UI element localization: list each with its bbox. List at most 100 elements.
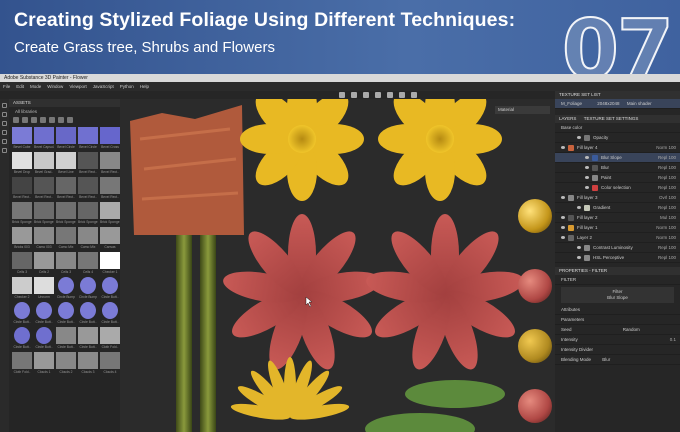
light-icon[interactable] [363,92,369,98]
material-icon[interactable] [40,117,46,123]
asset-item[interactable]: Brick Sponge 5 [100,202,120,225]
asset-item[interactable]: Cells 2 [34,252,54,275]
eye-icon[interactable] [561,196,565,200]
asset-item[interactable]: Brick Sponge 2 [34,202,54,225]
filter-picker[interactable]: Filter Blur Slope [561,287,674,303]
viewport-2d[interactable] [120,99,555,432]
camera-icon[interactable] [351,92,357,98]
eye-icon[interactable] [577,256,581,260]
tab-layers[interactable]: LAYERS [559,116,576,121]
menu-item[interactable]: Edit [16,84,24,89]
asset-item[interactable]: Circle Butt.. [100,277,120,300]
asset-item[interactable]: Circle Butt.. [56,302,76,325]
asset-item[interactable]: Cells 3 [56,252,76,275]
asset-item[interactable]: Bevel Capsul.. [34,127,54,150]
layer-blend-opacity[interactable]: Norm 100 [656,233,676,243]
asset-item[interactable]: Circle Butt.. [34,302,54,325]
asset-item[interactable]: Bevel Line [56,152,76,175]
picker-tool-icon[interactable] [2,148,7,153]
asset-item[interactable]: Bevel Cube [12,127,32,150]
layer-blend-opacity[interactable]: Repl 100 [658,243,676,253]
asset-item[interactable]: Clouds 4 [100,352,120,375]
text-icon[interactable] [58,117,64,123]
blending-mode-value[interactable]: Blur [602,357,610,362]
attributes-section[interactable]: Attributes [555,305,680,315]
asset-item[interactable]: Brick Sponge 1 [12,202,32,225]
layer-blend-opacity[interactable]: Norm 100 [656,223,676,233]
asset-item[interactable]: Camo Mix [78,227,98,250]
layer-row[interactable]: Opacity [555,133,680,143]
asset-item[interactable]: Clouds 3 [78,352,98,375]
layer-row[interactable]: HSL Perceptive Repl 100 [555,253,680,263]
eye-icon[interactable] [577,136,581,140]
asset-item[interactable]: Brick Sponge 3 [56,202,76,225]
layer-blend-opacity[interactable]: Repl 100 [658,203,676,213]
menu-item[interactable]: File [3,84,10,89]
eye-icon[interactable] [561,216,565,220]
asset-item[interactable]: Bevel Rect.. [100,177,120,200]
asset-item[interactable]: Clouds 2 [56,352,76,375]
eye-icon[interactable] [585,166,589,170]
menu-item[interactable]: Viewport [69,84,86,89]
eye-icon[interactable] [585,156,589,160]
asset-item[interactable]: Bevel Rect.. [78,177,98,200]
render-icon[interactable] [399,92,405,98]
layer-row[interactable]: Gradient Repl 100 [555,203,680,213]
asset-item[interactable]: Canvas [100,227,120,250]
viewport-mode-select[interactable]: Material [495,106,550,114]
asset-item[interactable]: Circle Butt.. [100,302,120,325]
asset-item[interactable]: Bevel Cross [100,127,120,150]
layer-blend-opacity[interactable]: Repl 100 [658,173,676,183]
asset-item[interactable]: Checker 2 [12,277,32,300]
asset-item[interactable]: Bevel Drop [12,152,32,175]
filter-icon[interactable] [22,117,28,123]
asset-item[interactable]: Circle Bump [78,277,98,300]
layer-row[interactable]: Fill layer 3 Ovrl 100 [555,193,680,203]
assets-library-filter[interactable]: All libraries [9,107,120,116]
seed-value[interactable]: Random [623,327,640,332]
tab-texture-set-settings[interactable]: TEXTURE SET SETTINGS [584,116,639,121]
paint-tool-icon[interactable] [2,103,7,108]
asset-item[interactable]: Unnorm [34,277,54,300]
layer-row[interactable]: Fill layer 1 Norm 100 [555,223,680,233]
asset-item[interactable]: Circle Butt.. [12,327,32,350]
asset-item[interactable]: Circle Butt.. [78,327,98,350]
layer-row[interactable]: Color selection Repl 100 [555,183,680,193]
eye-icon[interactable] [577,206,581,210]
asset-item[interactable]: Circle Bump [56,277,76,300]
pause-icon[interactable] [339,92,345,98]
asset-item[interactable]: Cells 4 [78,252,98,275]
menu-item[interactable]: Python [120,84,134,89]
menu-item[interactable]: Mode [30,84,41,89]
menu-item[interactable]: JavaScript [93,84,114,89]
layer-blend-opacity[interactable]: Repl 100 [658,153,676,163]
layer-row[interactable]: Fill layer 2 Mul 100 [555,213,680,223]
eye-icon[interactable] [585,176,589,180]
layer-blend-opacity[interactable]: Repl 100 [658,163,676,173]
menu-item[interactable]: Help [140,84,149,89]
texture-set-row[interactable]: M_Foliage 2048x2048 Main shader [555,99,680,109]
parameters-section[interactable]: Parameters [555,315,680,325]
projection-tool-icon[interactable] [2,121,7,126]
asset-item[interactable]: Bevel Grad.. [34,152,54,175]
layer-row[interactable]: Paint Repl 100 [555,173,680,183]
cube-icon[interactable] [375,92,381,98]
asset-item[interactable]: Circle Butt.. [12,302,32,325]
asset-item[interactable]: Cells 3 [12,252,32,275]
eye-icon[interactable] [585,186,589,190]
eye-icon[interactable] [561,236,565,240]
layer-blend-opacity[interactable]: Norm 100 [656,143,676,153]
layer-blend-opacity[interactable]: Ovrl 100 [659,193,676,203]
menu-item[interactable]: Window [47,84,63,89]
eye-icon[interactable] [577,246,581,250]
list-icon[interactable] [67,117,73,123]
clone-tool-icon[interactable] [2,139,7,144]
layer-blend-opacity[interactable]: Mul 100 [660,213,676,223]
eraser-tool-icon[interactable] [2,112,7,117]
layer-row[interactable]: Blur Repl 100 [555,163,680,173]
asset-item[interactable]: Checker 1 [100,252,120,275]
smudge-tool-icon[interactable] [2,130,7,135]
intensity-divider-row[interactable]: Intensity Divider [555,345,680,355]
layer-blend-opacity[interactable]: Repl 100 [658,253,676,263]
asset-item[interactable]: Bevel Circle [78,127,98,150]
